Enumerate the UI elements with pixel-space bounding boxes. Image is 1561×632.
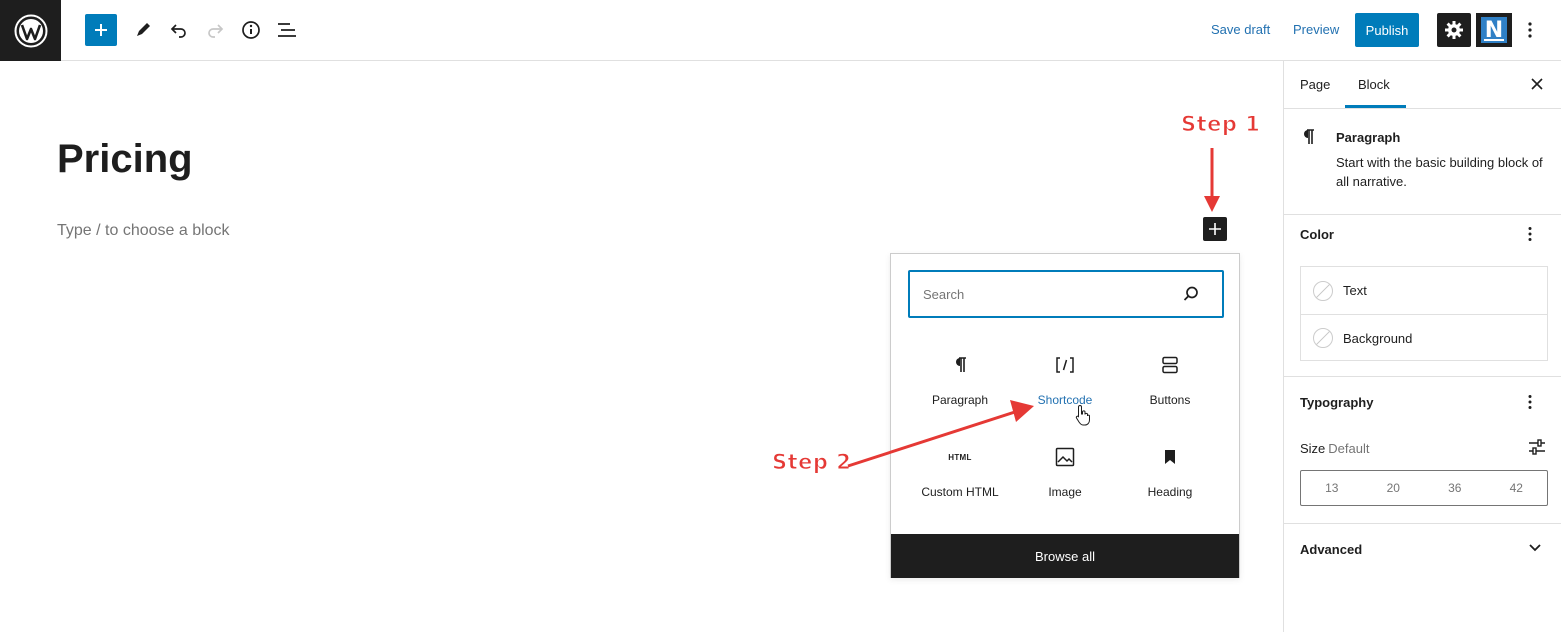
- typography-panel-title: Typography: [1300, 395, 1374, 410]
- publish-button[interactable]: Publish: [1355, 13, 1419, 47]
- empty-swatch-icon: [1313, 328, 1333, 348]
- add-block-button[interactable]: [85, 14, 117, 46]
- font-size-option[interactable]: 42: [1486, 471, 1548, 505]
- block-inserter-toggle[interactable]: [1203, 217, 1227, 241]
- buttons-icon: [1162, 356, 1178, 374]
- color-options-icon[interactable]: [1528, 226, 1532, 242]
- font-size-picker: 13 20 36 42: [1300, 470, 1548, 506]
- search-icon: [1183, 286, 1198, 301]
- font-size-label: Size Default: [1300, 441, 1370, 456]
- custom-size-toggle-icon[interactable]: [1528, 438, 1546, 456]
- post-title[interactable]: Pricing: [57, 137, 193, 182]
- panel-divider: [1284, 376, 1561, 377]
- block-item-heading[interactable]: Heading: [1120, 443, 1220, 523]
- color-panel-title: Color: [1300, 227, 1334, 242]
- tab-page[interactable]: Page: [1300, 77, 1330, 92]
- preview-button[interactable]: Preview: [1293, 22, 1339, 37]
- color-item-label: Background: [1343, 330, 1413, 346]
- tools-button[interactable]: [127, 14, 159, 46]
- block-item-label: Custom HTML: [921, 485, 999, 499]
- plugin-n-button[interactable]: N: [1476, 13, 1512, 47]
- redo-button[interactable]: [199, 14, 231, 46]
- gear-icon: [1445, 21, 1463, 39]
- list-view-icon: [278, 23, 296, 37]
- more-options-button[interactable]: [1518, 14, 1542, 46]
- close-icon[interactable]: [1528, 75, 1546, 93]
- paragraph-icon: [1304, 129, 1314, 144]
- typography-options-icon[interactable]: [1528, 394, 1532, 410]
- save-draft-button[interactable]: Save draft: [1211, 22, 1270, 37]
- step1-annotation: Step 1: [1180, 112, 1261, 137]
- kebab-icon: [1528, 22, 1532, 38]
- wordpress-logo[interactable]: [0, 0, 61, 61]
- bookmark-icon: [1165, 450, 1175, 464]
- color-item-label: Text: [1343, 283, 1367, 298]
- shortcode-icon: [1056, 357, 1074, 373]
- wordpress-icon: [14, 14, 47, 47]
- font-size-option[interactable]: 20: [1363, 471, 1425, 505]
- block-item-label: Image: [1048, 485, 1082, 499]
- block-card: Paragraph Start with the basic building …: [1284, 110, 1561, 215]
- empty-swatch-icon: [1313, 280, 1333, 301]
- tab-block[interactable]: Block: [1358, 77, 1390, 92]
- info-icon: [242, 21, 260, 39]
- hand-cursor-icon: [1075, 404, 1090, 426]
- color-text-item[interactable]: Text: [1301, 267, 1547, 314]
- settings-sidebar: Page Block Paragraph Start with the basi…: [1283, 61, 1561, 632]
- panel-divider: [1284, 523, 1561, 524]
- search-input[interactable]: [923, 286, 1173, 302]
- active-tab-indicator: [1345, 105, 1406, 108]
- undo-button[interactable]: [163, 14, 195, 46]
- block-card-description: Start with the basic building block of a…: [1336, 155, 1543, 189]
- editor-canvas: Pricing Type / to choose a block Paragra…: [0, 61, 1283, 632]
- advanced-panel-title[interactable]: Advanced: [1300, 542, 1362, 557]
- sidebar-tabs: Page Block: [1284, 61, 1561, 109]
- pencil-icon: [137, 23, 150, 36]
- list-view-button[interactable]: [271, 14, 303, 46]
- step2-arrow-icon: [847, 400, 1034, 468]
- block-card-title: Paragraph: [1336, 130, 1401, 145]
- block-item-label: Buttons: [1149, 393, 1191, 407]
- browse-all-button[interactable]: Browse all: [891, 534, 1239, 578]
- font-size-option[interactable]: 13: [1301, 471, 1363, 505]
- block-item-label: Heading: [1147, 485, 1193, 499]
- color-list: Text Background: [1300, 266, 1548, 361]
- editor-toolbar: Save draft Preview Publish N: [0, 0, 1561, 61]
- settings-button[interactable]: [1437, 13, 1471, 47]
- block-placeholder[interactable]: Type / to choose a block: [57, 222, 230, 240]
- search-box: [908, 270, 1224, 318]
- image-icon: [1055, 447, 1075, 467]
- undo-icon: [170, 24, 186, 38]
- paragraph-icon: [956, 357, 966, 372]
- block-item-buttons[interactable]: Buttons: [1120, 351, 1220, 431]
- redo-icon: [208, 24, 224, 38]
- step1-arrow-icon: [1204, 148, 1220, 212]
- plus-icon: [95, 24, 107, 36]
- n-logo-icon: N: [1481, 17, 1507, 43]
- details-button[interactable]: [235, 14, 267, 46]
- size-label: Size: [1300, 441, 1326, 456]
- color-background-item[interactable]: Background: [1301, 314, 1547, 361]
- size-value: Default: [1328, 441, 1370, 456]
- chevron-down-icon[interactable]: [1528, 543, 1542, 553]
- plus-icon: [1209, 223, 1221, 235]
- font-size-option[interactable]: 36: [1424, 471, 1486, 505]
